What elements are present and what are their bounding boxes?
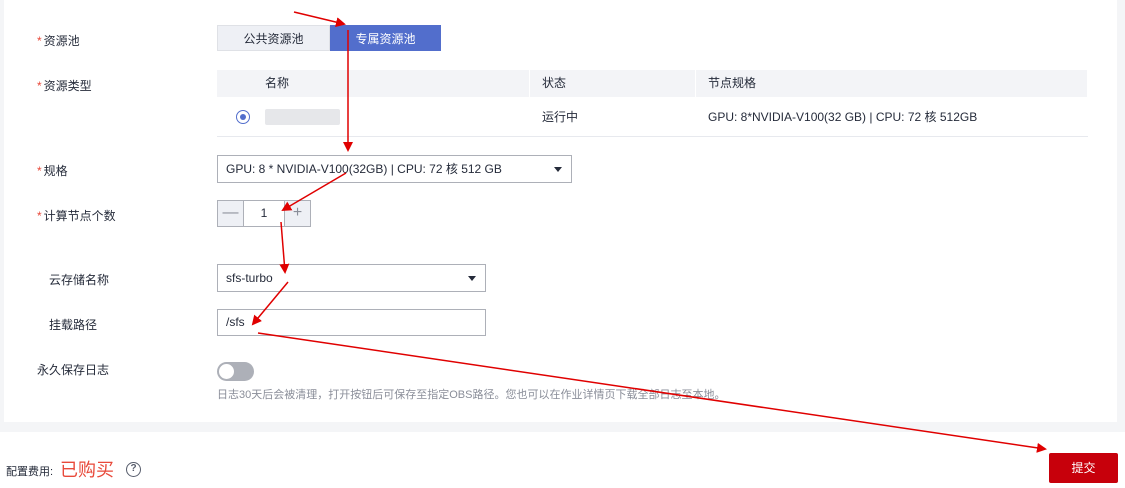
node-count-label: * 计算节点个数: [37, 207, 116, 224]
submit-button[interactable]: 提交: [1049, 453, 1118, 483]
mount-path-input[interactable]: /sfs: [217, 309, 486, 336]
node-count-stepper: — 1 +: [217, 200, 311, 227]
col-name: 名称: [217, 70, 530, 97]
help-icon[interactable]: ?: [126, 462, 141, 477]
storage-select[interactable]: sfs-turbo: [217, 264, 486, 292]
row-spec: GPU: 8*NVIDIA-V100(32 GB) | CPU: 72 核 51…: [708, 110, 978, 124]
resource-type-label: * 资源类型: [37, 77, 92, 94]
node-count-input[interactable]: 1: [243, 201, 285, 226]
table-row[interactable]: 运行中 GPU: 8*NVIDIA-V100(32 GB) | CPU: 72 …: [217, 97, 1088, 137]
log-toggle[interactable]: [217, 362, 254, 381]
col-status: 状态: [530, 70, 696, 97]
row-radio[interactable]: [236, 109, 250, 124]
required-mark: *: [37, 209, 42, 223]
fee-label: 配置费用:: [6, 466, 54, 478]
form-panel: [4, 0, 1117, 422]
spec-select[interactable]: GPU: 8 * NVIDIA-V100(32GB) | CPU: 72 核 5…: [217, 155, 572, 183]
log-label: 永久保存日志: [37, 363, 110, 377]
node-count-label-text: 计算节点个数: [43, 209, 116, 223]
table-header: 名称 状态 节点规格: [217, 70, 1088, 97]
pool-label-text: 资源池: [43, 34, 80, 48]
redacted-name: [265, 108, 340, 125]
spec-label-text: 规格: [43, 164, 68, 178]
resource-type-label-text: 资源类型: [43, 79, 92, 93]
fee-value: 已购买: [60, 460, 114, 480]
chevron-down-icon: [468, 276, 476, 281]
chevron-down-icon: [554, 167, 562, 172]
toggle-knob: [219, 364, 234, 379]
log-hint: 日志30天后会被清理，打开按钮后可保存至指定OBS路径。您也可以在作业详情页下载…: [217, 389, 726, 401]
spec-select-value: GPU: 8 * NVIDIA-V100(32GB) | CPU: 72 核 5…: [226, 162, 502, 176]
public-pool-button[interactable]: 公共资源池: [217, 25, 330, 51]
col-spec: 节点规格: [696, 70, 1088, 97]
pool-label: * 资源池: [37, 32, 80, 49]
storage-select-value: sfs-turbo: [226, 271, 273, 285]
decrement-button[interactable]: —: [218, 201, 243, 226]
increment-button[interactable]: +: [285, 201, 310, 226]
mount-label: 挂载路径: [49, 318, 98, 332]
required-mark: *: [37, 79, 42, 93]
resource-table: 名称 状态 节点规格 运行中 GPU: 8*NVIDIA-V100(32 GB)…: [217, 70, 1088, 137]
row-status: 运行中: [542, 110, 579, 124]
footer-bar: [0, 432, 1125, 488]
required-mark: *: [37, 164, 42, 178]
dedicated-pool-button[interactable]: 专属资源池: [330, 25, 441, 51]
row-name-cell: [217, 108, 530, 125]
required-mark: *: [37, 34, 42, 48]
storage-label: 云存储名称: [49, 273, 110, 287]
spec-label: * 规格: [37, 162, 68, 179]
